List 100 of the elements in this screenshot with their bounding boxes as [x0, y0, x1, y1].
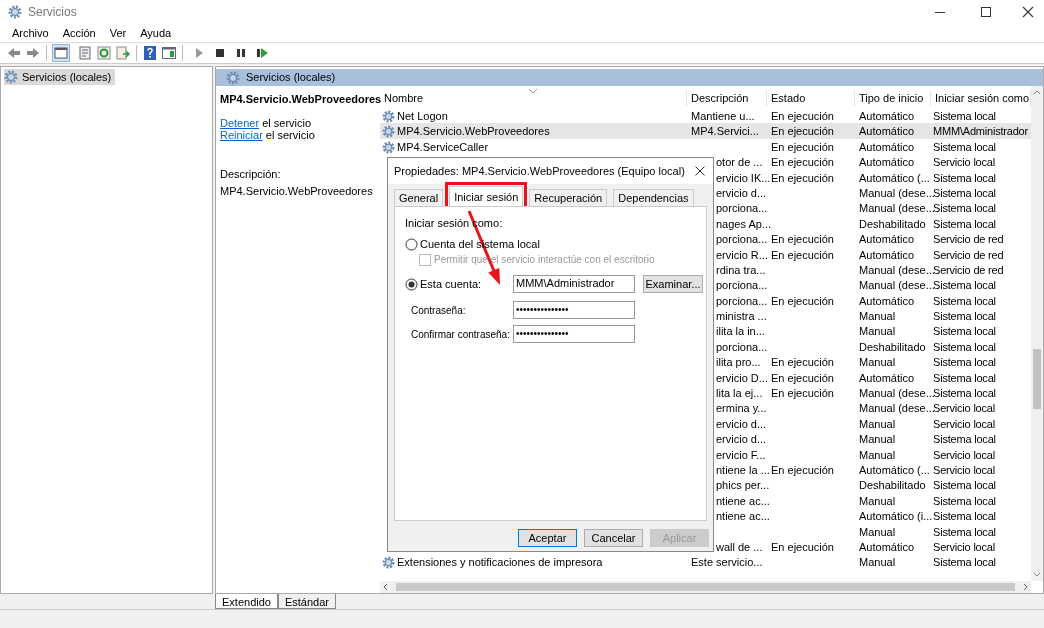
table-cell: ervicio R...	[716, 248, 768, 261]
table-cell: En ejecución	[771, 356, 834, 369]
menu-item[interactable]: Acción	[56, 24, 102, 42]
dialog-tab[interactable]: Recuperación	[529, 189, 608, 206]
gear-icon	[382, 140, 395, 154]
table-cell: Automático (...	[859, 171, 930, 184]
gear-icon	[382, 556, 395, 570]
table-cell: En ejecución	[771, 387, 834, 400]
table-cell: phics per...	[716, 479, 770, 492]
table-row[interactable]: Net Logon Mantiene u... En ejecución Automático Sistema local	[380, 108, 1031, 124]
scroll-left-icon[interactable]	[382, 583, 388, 591]
scroll-up-icon[interactable]	[1033, 89, 1041, 95]
table-cell: lita la ej...	[716, 387, 763, 400]
close-icon[interactable]	[695, 166, 705, 176]
table-cell: Manual (dese...	[859, 202, 935, 215]
table-cell: Manual (dese...	[859, 402, 935, 415]
table-cell: Sistema local	[933, 510, 996, 523]
table-cell: En ejecución	[771, 540, 834, 553]
table-cell: ervicio D...	[716, 371, 768, 384]
table-cell: Sistema local	[933, 494, 996, 507]
table-cell: Manual	[859, 556, 896, 569]
view-tab[interactable]: Extendido	[215, 594, 278, 609]
table-cell: En ejecución	[771, 156, 834, 169]
table-cell: Automático	[859, 156, 915, 169]
sort-icon	[528, 88, 538, 94]
table-row[interactable]: Extensiones y notificaciones de impresora Este servicio... Manual Sistema local	[380, 554, 1031, 570]
radio-label: Esta cuenta:	[420, 276, 482, 292]
radio-button[interactable]	[405, 277, 418, 291]
table-cell: Sistema local	[933, 479, 996, 492]
table-cell: En ejecución	[771, 125, 834, 138]
table-cell: Sistema local	[933, 171, 996, 184]
scrollbar-thumb[interactable]	[1033, 349, 1041, 409]
column-header[interactable]: Estado	[767, 89, 855, 106]
table-cell: Deshabilitado	[859, 340, 926, 353]
back-icon[interactable]	[6, 45, 22, 61]
close-icon[interactable]	[1022, 6, 1034, 18]
table-cell: porciona...	[716, 233, 768, 246]
action-text: Detener el servicio	[220, 117, 313, 129]
dialog-tab[interactable]: General	[394, 189, 444, 206]
dialog-title: Propiedades: MP4.Servicio.WebProveedores (Equipo local)	[394, 163, 685, 179]
column-header[interactable]: Descripción	[687, 89, 767, 106]
help-icon[interactable]	[142, 45, 158, 61]
vertical-scrollbar[interactable]	[1031, 86, 1043, 581]
table-cell: Sistema local	[933, 556, 996, 569]
resume-icon[interactable]	[255, 46, 269, 60]
dialog-button[interactable]: Aceptar	[518, 529, 577, 547]
menu-item[interactable]: Ver	[103, 24, 133, 42]
table-cell: ntiene ac...	[716, 494, 770, 507]
action-link[interactable]: Reiniciar	[220, 129, 263, 141]
table-cell: porciona...	[716, 340, 768, 353]
dialog-tab[interactable]: Dependencias	[613, 189, 694, 206]
table-cell: Servicio de red	[933, 248, 1004, 261]
tree-item[interactable]: Servicios (locales)	[4, 69, 116, 85]
gear-icon	[8, 5, 22, 19]
table-cell: En ejecución	[771, 171, 834, 184]
scroll-down-icon[interactable]	[1033, 572, 1041, 578]
menu-item[interactable]: Archivo	[6, 24, 55, 42]
password-field[interactable]: •••••••••••••••	[513, 325, 635, 343]
scroll-right-icon[interactable]	[1023, 583, 1029, 591]
description-text: MP4.Servicio.WebProveedores	[220, 183, 374, 199]
table-cell: Sistema local	[933, 387, 996, 400]
dialog-button[interactable]: Cancelar	[584, 529, 643, 547]
table-cell: En ejecución	[771, 294, 834, 307]
table-cell: Automático	[859, 233, 915, 246]
stop-icon[interactable]	[213, 46, 227, 60]
table-cell: Este servicio...	[691, 556, 763, 569]
table-cell: otor de ...	[716, 156, 763, 169]
action-link[interactable]: Detener	[220, 117, 260, 129]
export-icon[interactable]	[115, 45, 131, 61]
checkbox-label: Permitir que el servicio interactúe con el escritorio	[434, 253, 655, 267]
panel-icon[interactable]	[161, 45, 177, 61]
input-field[interactable]: MMM\Administrador	[513, 275, 635, 293]
column-header[interactable]: Nombre	[380, 89, 687, 106]
table-cell: MP4.Servici...	[691, 125, 759, 138]
table-cell: ilita pro...	[716, 356, 761, 369]
maximize-icon[interactable]	[980, 6, 992, 18]
pause-icon[interactable]	[234, 46, 248, 60]
table-cell: Automático (i...	[859, 510, 933, 523]
table-cell: ntiene la ...	[716, 464, 770, 476]
table-cell: Sistema local	[933, 433, 996, 446]
table-cell: Manual	[859, 494, 896, 507]
view-tab[interactable]: Estándar	[277, 594, 336, 609]
radio-button[interactable]	[405, 237, 418, 251]
password-field[interactable]: •••••••••••••••	[513, 301, 635, 319]
menu-item[interactable]: Ayuda	[134, 24, 178, 42]
refresh-icon[interactable]	[96, 45, 112, 61]
table-cell: Servicio local	[933, 417, 995, 430]
table-cell: wall de ...	[716, 540, 763, 553]
column-header[interactable]: Tipo de inicio	[855, 89, 931, 106]
table-cell: Deshabilitado	[859, 479, 926, 492]
horizontal-scrollbar[interactable]	[380, 581, 1031, 593]
forward-icon[interactable]	[25, 45, 41, 61]
pane-header: Servicios (locales)	[216, 69, 1043, 86]
pane-icon[interactable]	[52, 44, 70, 62]
table-cell: Sistema local	[933, 140, 996, 153]
scrollbar-thumb[interactable]	[396, 583, 1015, 591]
browse-button[interactable]: Examinar...	[643, 275, 703, 293]
table-row[interactable]: MP4.Servicio.WebProveedores MP4.Servici... En ejecución Automático MMM\Administrador	[380, 123, 1031, 139]
table-row[interactable]: MP4.ServiceCaller En ejecución Automático Sistema local	[380, 138, 1031, 155]
table-cell-text: Net Logon	[397, 109, 448, 124]
